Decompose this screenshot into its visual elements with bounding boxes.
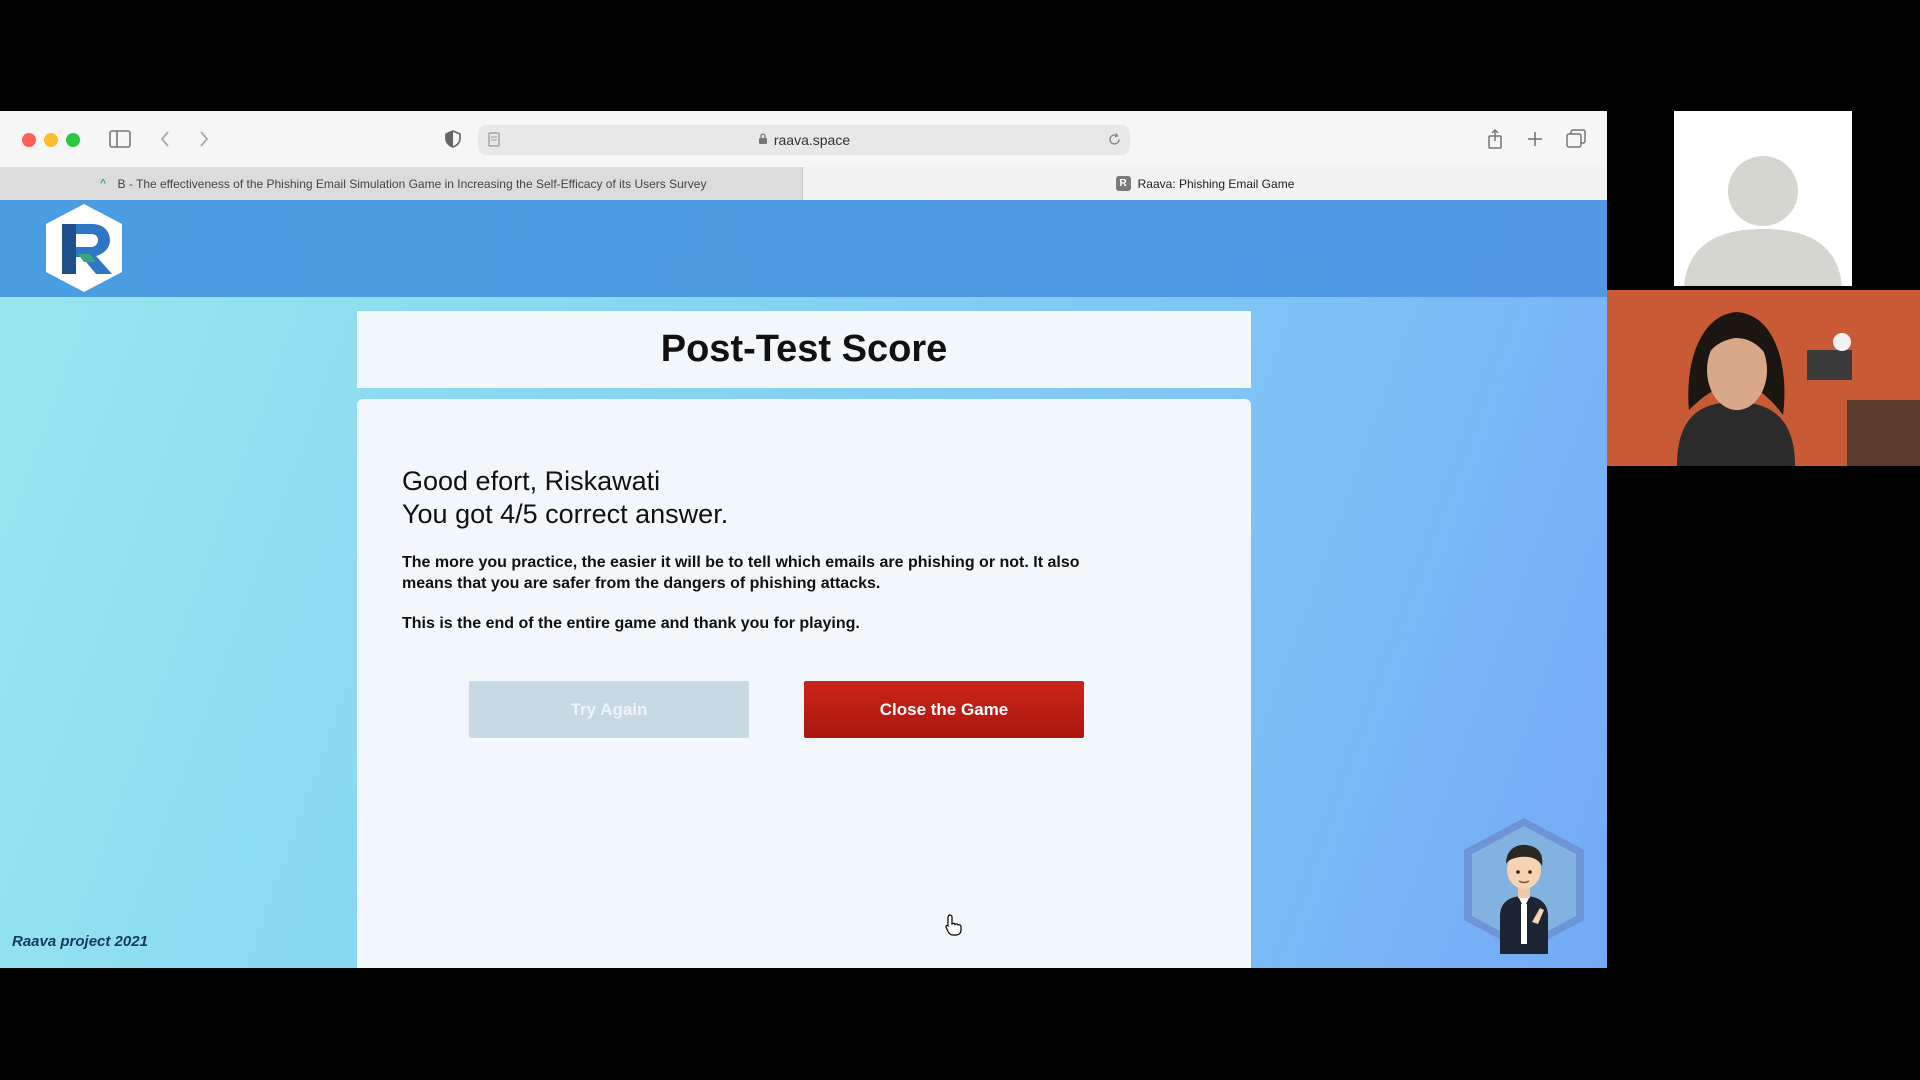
game-page: Post-Test Score Good efort, Riskawati Yo… <box>0 200 1607 968</box>
maximize-window-button[interactable] <box>66 133 80 147</box>
lock-icon <box>758 132 768 148</box>
greeting-text: Good efort, Riskawati <box>402 466 661 496</box>
footer-text: Raava project 2021 <box>12 933 148 950</box>
try-again-button[interactable]: Try Again <box>469 681 749 738</box>
sidebar-icon[interactable] <box>108 125 132 153</box>
minimize-window-button[interactable] <box>44 133 58 147</box>
address-bar[interactable]: raava.space <box>478 125 1130 155</box>
survey-icon: ^ <box>100 178 106 189</box>
close-window-button[interactable] <box>22 133 36 147</box>
reload-icon[interactable] <box>1107 132 1122 150</box>
new-tab-icon[interactable] <box>1524 125 1546 153</box>
url-text: raava.space <box>773 132 851 148</box>
forward-icon[interactable] <box>194 125 214 153</box>
video-call-panel <box>1607 111 1920 968</box>
page-title: Post-Test Score <box>660 328 948 370</box>
back-icon[interactable] <box>155 125 175 153</box>
raava-logo[interactable] <box>38 202 130 294</box>
tab-survey[interactable]: ^ B - The effectiveness of the Phishing … <box>0 167 803 200</box>
page-icon <box>488 132 500 150</box>
tab-bar: ^ B - The effectiveness of the Phishing … <box>0 167 1607 200</box>
mascot-character <box>1464 818 1584 954</box>
browser-window: raava.space ^ B - The effectiveness of t… <box>0 111 1607 968</box>
participant-placeholder <box>1674 111 1852 286</box>
webcam-person-image <box>1607 290 1920 466</box>
user-silhouette-icon <box>1684 156 1842 286</box>
score-card: Good efort, Riskawati You got 4/5 correc… <box>357 399 1251 968</box>
close-game-button[interactable]: Close the Game <box>804 681 1084 738</box>
greeting-block: Good efort, Riskawati You got 4/5 correc… <box>402 465 728 531</box>
tab-label: Raava: Phishing Email Game <box>1137 176 1295 191</box>
tab-overview-icon[interactable] <box>1565 125 1587 153</box>
participant-webcam <box>1607 290 1920 466</box>
raava-icon: R <box>1115 176 1131 191</box>
browser-toolbar: raava.space <box>0 111 1607 167</box>
hand-cursor-icon <box>945 914 962 936</box>
shield-icon[interactable] <box>443 125 463 153</box>
score-text: You got 4/5 correct answer. <box>402 499 729 529</box>
tab-label: B - The effectiveness of the Phishing Em… <box>117 176 707 191</box>
site-header <box>0 200 1607 297</box>
title-panel: Post-Test Score <box>357 311 1251 388</box>
share-icon[interactable] <box>1484 125 1506 153</box>
tab-raava[interactable]: R Raava: Phishing Email Game <box>803 167 1607 200</box>
practice-message: The more you practice, the easier it wil… <box>402 554 1080 592</box>
end-message: This is the end of the entire game and t… <box>402 615 860 632</box>
